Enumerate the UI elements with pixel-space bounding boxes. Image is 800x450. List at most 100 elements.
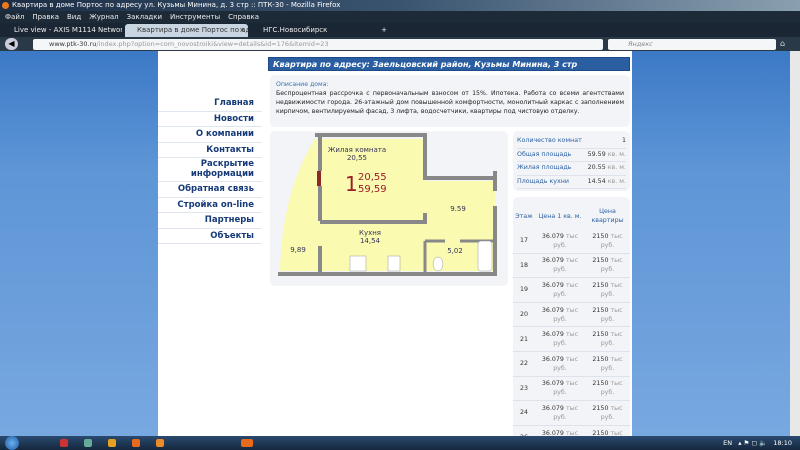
unit: тыс bbox=[610, 232, 623, 240]
search-input[interactable]: Яндекс bbox=[608, 39, 776, 50]
floor: 19 bbox=[519, 286, 528, 294]
price-row: 22 36.079 тыс руб. 2150 тыс руб. bbox=[513, 352, 630, 377]
living-area: 20,55 bbox=[358, 172, 387, 183]
info-unit: кв. м. bbox=[607, 177, 626, 185]
new-tab-button[interactable]: + bbox=[378, 24, 390, 37]
floor: 18 bbox=[519, 261, 528, 269]
floor: 23 bbox=[519, 384, 528, 392]
nav-item[interactable]: Стройка on-line bbox=[158, 198, 262, 213]
navigation-toolbar: ◀ www.ptk-30.ru/index.php?option=com_nov… bbox=[0, 37, 800, 51]
nav-item[interactable]: Партнеры bbox=[158, 213, 262, 229]
sqm-price: 36.079 bbox=[541, 257, 564, 265]
total-price: 2150 bbox=[592, 331, 609, 339]
info-row: Общая площадь 59.59 кв. м. bbox=[517, 149, 626, 162]
info-value: 20.55 bbox=[587, 164, 606, 171]
start-button[interactable] bbox=[5, 436, 19, 450]
unit: руб. bbox=[600, 340, 615, 348]
tab-bar: Live view - AXIS M1114 Network Cam... Кв… bbox=[0, 23, 800, 37]
chrome-icon[interactable] bbox=[108, 439, 116, 447]
info-label: Жилая площадь bbox=[517, 164, 572, 171]
url-bar[interactable]: www.ptk-30.ru/index.php?option=com_novos… bbox=[33, 39, 603, 50]
kitchen-area: 14,54 bbox=[360, 237, 381, 245]
firefox-active-icon[interactable] bbox=[241, 439, 253, 447]
total-price: 2150 bbox=[592, 281, 609, 289]
menu-item[interactable]: Правка bbox=[32, 13, 59, 21]
unit: руб. bbox=[600, 389, 615, 397]
unit: тыс bbox=[565, 232, 579, 240]
menu-item[interactable]: Файл bbox=[5, 13, 24, 21]
price-row: 17 36.079 тыс руб. 2150 тыс руб. bbox=[513, 229, 630, 254]
unit: руб. bbox=[553, 340, 567, 348]
app-icon[interactable] bbox=[84, 439, 92, 447]
floor: 22 bbox=[519, 360, 528, 368]
plus-icon: + bbox=[381, 26, 387, 34]
page-viewport: Главная Новости О компании Контакты Раскрыти… bbox=[0, 51, 790, 442]
info-value: 1 bbox=[621, 137, 626, 144]
menu-item[interactable]: Журнал bbox=[89, 13, 118, 21]
unit: тыс bbox=[610, 257, 623, 265]
language-indicator[interactable]: EN bbox=[723, 439, 732, 447]
bath-area: 5,02 bbox=[447, 247, 463, 255]
close-tab-icon[interactable]: × bbox=[239, 24, 245, 37]
price-row: 20 36.079 тыс руб. 2150 тыс руб. bbox=[513, 303, 630, 328]
nav-item[interactable]: О компании bbox=[158, 127, 262, 143]
nav-item[interactable]: Главная bbox=[158, 96, 262, 112]
scrollbar[interactable] bbox=[790, 51, 800, 436]
total-price: 2150 bbox=[592, 380, 609, 388]
nav-item[interactable]: Контакты bbox=[158, 143, 262, 158]
app-icon[interactable] bbox=[60, 439, 68, 447]
floor-plan-drawing: Жилая комната 20,55 1 20,55 59,59 Кухня … bbox=[278, 133, 497, 276]
nav-item[interactable]: Раскрытие информации bbox=[158, 158, 262, 182]
taskbar: EN ▴ ⚑ ◻ 🔈 18:10 bbox=[0, 436, 800, 450]
nav-item[interactable]: Обратная связь bbox=[158, 182, 262, 198]
unit: тыс bbox=[610, 404, 623, 412]
price-row: 18 36.079 тыс руб. 2150 тыс руб. bbox=[513, 254, 630, 279]
unit: руб. bbox=[553, 364, 567, 372]
price-table: Этаж Цена 1 кв. м. Цена квартиры 17 36.07… bbox=[513, 197, 630, 442]
menu-item[interactable]: Инструменты bbox=[170, 13, 220, 21]
total-price: 2150 bbox=[592, 232, 609, 240]
menu-item[interactable]: Справка bbox=[228, 13, 259, 21]
home-icon[interactable]: ⌂ bbox=[780, 39, 785, 48]
info-row: Жилая площадь 20.55 кв. м. bbox=[517, 162, 626, 176]
sqm-price: 36.079 bbox=[541, 331, 564, 339]
col-total-price: Цена квартиры bbox=[591, 208, 624, 224]
house-description: Описание дома: Беспроцентная рассрочка с… bbox=[270, 75, 630, 127]
sqm-price: 36.079 bbox=[541, 380, 564, 388]
total-price: 2150 bbox=[592, 355, 609, 363]
price-row: 19 36.079 тыс руб. 2150 тыс руб. bbox=[513, 278, 630, 303]
unit: тыс bbox=[610, 281, 623, 289]
unit: тыс bbox=[565, 281, 579, 289]
floor: 17 bbox=[519, 237, 528, 245]
nav-item[interactable]: Объекты bbox=[158, 229, 262, 244]
rooms-count: 1 bbox=[345, 172, 358, 196]
info-value: 59.59 bbox=[587, 150, 606, 158]
tab-current[interactable]: Квартира в доме Портос по адресу ...× bbox=[125, 24, 248, 37]
url-domain: www.ptk-30.ru bbox=[49, 40, 97, 48]
window-title: Квартира в доме Портос по адресу ул. Куз… bbox=[12, 1, 341, 9]
balcony-area: 9,89 bbox=[290, 246, 306, 254]
unit: руб. bbox=[600, 290, 615, 298]
sqm-price: 36.079 bbox=[541, 306, 564, 314]
system-tray: EN ▴ ⚑ ◻ 🔈 18:10 bbox=[723, 439, 792, 447]
clock[interactable]: 18:10 bbox=[773, 439, 792, 447]
sqm-price: 36.079 bbox=[541, 232, 564, 240]
back-button[interactable]: ◀ bbox=[5, 38, 18, 50]
unit: тыс bbox=[565, 306, 579, 314]
room-label: Жилая комната bbox=[328, 146, 386, 154]
tab-label: Live view - AXIS M1114 Network Cam... bbox=[14, 26, 122, 34]
sqm-price: 36.079 bbox=[541, 355, 564, 363]
nav-item[interactable]: Новости bbox=[158, 112, 262, 127]
firefox-icon[interactable] bbox=[132, 439, 140, 447]
tab-axis[interactable]: Live view - AXIS M1114 Network Cam... bbox=[2, 24, 122, 37]
main-nav: Главная Новости О компании Контакты Раскрыти… bbox=[158, 96, 262, 244]
sqm-price: 36.079 bbox=[541, 404, 564, 412]
menu-item[interactable]: Закладки bbox=[127, 13, 162, 21]
unit: тыс bbox=[565, 355, 579, 363]
unit: тыс bbox=[565, 257, 579, 265]
app-icon[interactable] bbox=[156, 439, 164, 447]
menu-item[interactable]: Вид bbox=[67, 13, 81, 21]
info-label: Общая площадь bbox=[517, 150, 572, 158]
tab-ngs[interactable]: НГС.Новосибирск bbox=[251, 24, 379, 37]
price-row: 23 36.079 тыс руб. 2150 тыс руб. bbox=[513, 377, 630, 402]
